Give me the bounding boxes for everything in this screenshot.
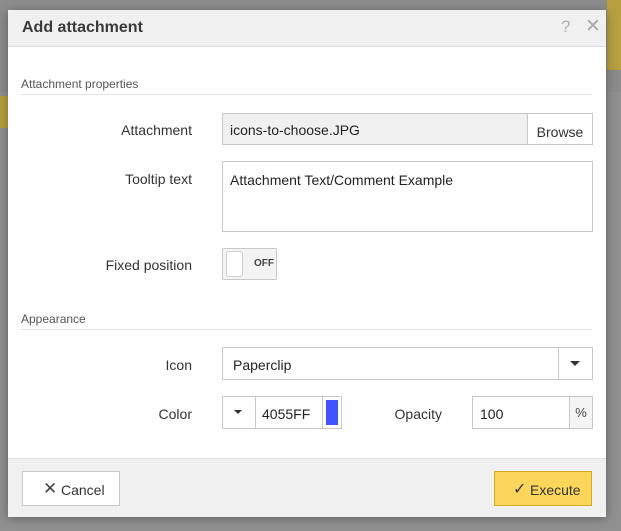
color-label: Color: [158, 406, 192, 422]
cancel-button[interactable]: ✕ Cancel: [22, 471, 120, 506]
tooltip-value: Attachment Text/Comment Example: [230, 172, 454, 188]
dialog-footer: ✕ Cancel ✓ Execute: [8, 458, 606, 517]
fixed-position-label: Fixed position: [105, 257, 192, 273]
browse-button[interactable]: Browse: [528, 113, 593, 145]
checkmark-icon: ✓: [513, 481, 527, 498]
tooltip-textarea[interactable]: Attachment Text/Comment Example: [222, 161, 593, 232]
execute-button-label: Execute: [530, 482, 581, 498]
fixed-position-toggle[interactable]: OFF: [222, 248, 277, 280]
icon-select-value: Paperclip: [233, 357, 292, 373]
close-icon[interactable]: ✕: [585, 15, 601, 38]
attachment-label: Attachment: [121, 122, 192, 138]
dialog-titlebar: Add attachment ? ✕: [8, 10, 606, 47]
toggle-knob: [226, 251, 243, 277]
close-icon: ✕: [43, 479, 58, 498]
toggle-state-label: OFF: [254, 258, 274, 269]
icon-label: Icon: [165, 357, 192, 373]
opacity-value: 100: [480, 406, 504, 422]
dialog-title: Add attachment: [22, 19, 143, 36]
opacity-label: Opacity: [394, 406, 442, 422]
chevron-down-icon: [570, 361, 580, 366]
icon-select-arrow[interactable]: [558, 348, 592, 379]
icon-select[interactable]: Paperclip: [222, 347, 593, 380]
execute-button[interactable]: ✓ Execute: [494, 471, 592, 506]
background-highlight-right: [607, 0, 621, 70]
section-appearance: Appearance: [21, 312, 593, 330]
cancel-button-label: Cancel: [61, 482, 105, 498]
opacity-input[interactable]: 100: [472, 396, 570, 429]
attachment-file-field[interactable]: icons-to-choose.JPG: [222, 113, 528, 145]
section-attachment-properties: Attachment properties: [21, 77, 593, 95]
add-attachment-dialog: Add attachment ? ✕ Attachment properties…: [8, 10, 606, 517]
opacity-unit: %: [569, 396, 593, 429]
attachment-file-value: icons-to-choose.JPG: [230, 122, 360, 138]
tooltip-label: Tooltip text: [125, 171, 192, 187]
help-icon[interactable]: ?: [561, 17, 570, 37]
